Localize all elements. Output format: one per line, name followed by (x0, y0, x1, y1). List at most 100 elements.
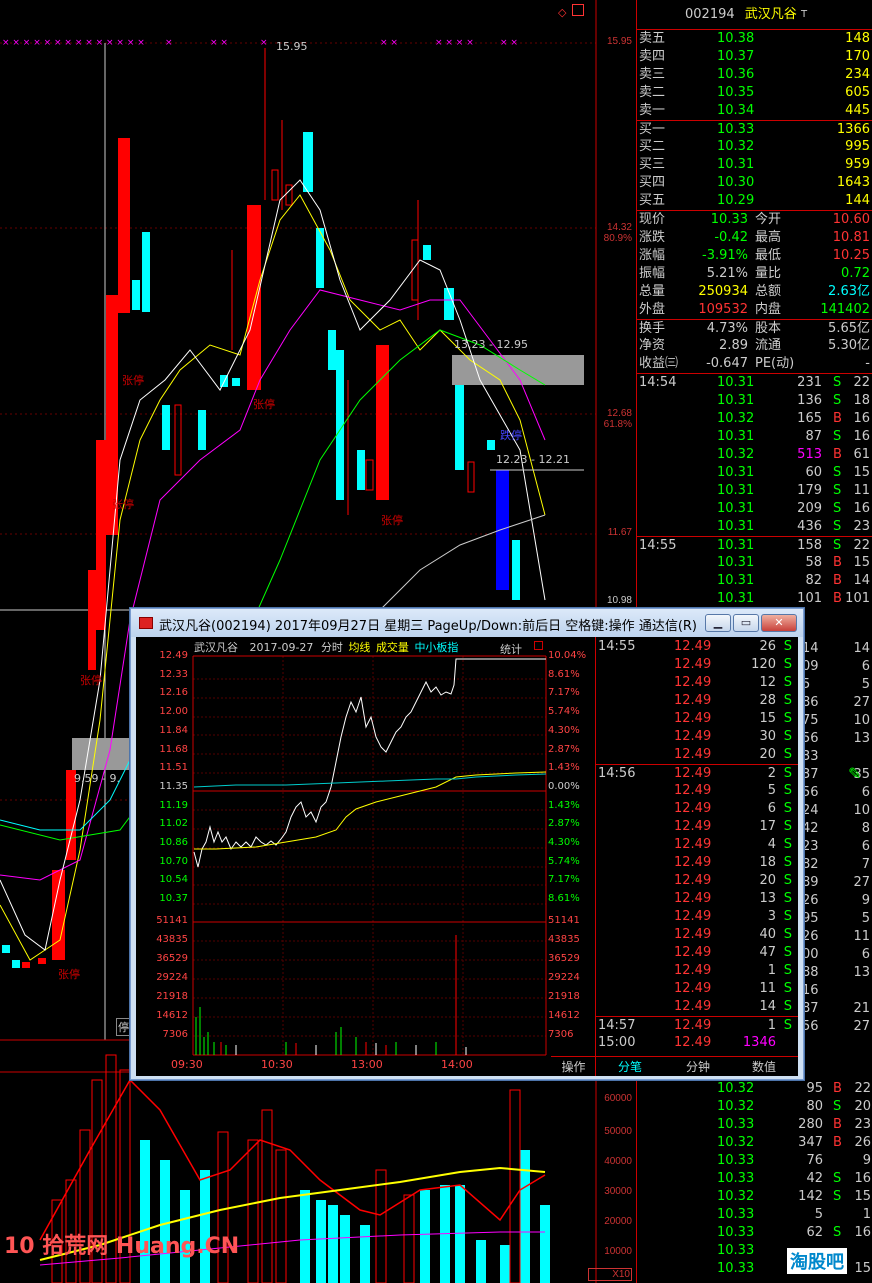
pencil-icon[interactable]: ✎ (848, 764, 868, 784)
tick-row-edge: 75 10 (802, 712, 872, 730)
stat-label: 最高 (755, 230, 782, 245)
tick-price: 10.31 (717, 375, 755, 390)
operate-button[interactable]: 操作 (551, 1056, 596, 1076)
order-row[interactable]: 卖五 10.38 148 (637, 30, 872, 48)
tick-volume-edge: 26 (802, 893, 819, 908)
tick-count: 9 (862, 1153, 871, 1168)
time-axis-label: 10:30 (261, 1058, 293, 1071)
tick-price: 10.31 (717, 591, 755, 606)
tick-price: 12.49 (674, 657, 712, 672)
tick-volume-edge: 56 (802, 785, 819, 800)
tick-volume: 120 (751, 657, 776, 672)
tick-volume: 3 (767, 909, 776, 924)
price-axis-label: 12.33 (159, 668, 188, 680)
volume-axis-label: 40000 (604, 1156, 632, 1167)
tick-price: 12.49 (674, 891, 712, 906)
intraday-window[interactable]: 武汉凡谷(002194) 2017年09月27日 星期三 PageUp/Down… (130, 608, 804, 1080)
intraday-tick-row: 14:55 12.49 26 S (596, 638, 798, 656)
tick-volume: 6 (767, 801, 776, 816)
stat-label: 量比 (755, 266, 782, 281)
svg-text:×: × (165, 38, 173, 48)
tick-price: 10.31 (717, 465, 755, 480)
tick-count: 15 (853, 465, 870, 480)
limit-down-label: 跌停 (500, 429, 522, 442)
close-button[interactable]: ✕ (761, 614, 797, 632)
axis-label: 80.9% (603, 233, 632, 244)
minimize-button[interactable]: ▁ (705, 614, 731, 632)
stat-row: 现价 10.33 今开 10.60 (637, 211, 872, 229)
stat-value: -0.42 (714, 230, 748, 245)
pct-axis-label: 7.17% (548, 687, 580, 699)
zoom-tag[interactable]: X10 (588, 1268, 632, 1281)
tick-row: 14:55 10.31 158 S 22 (637, 536, 872, 554)
tick-row: 10.33 5 1 (637, 1206, 872, 1224)
stat-value: 10.81 (832, 230, 870, 245)
tab-minute[interactable]: 分钟 (686, 1057, 710, 1077)
t-mark: T (800, 9, 808, 20)
window-title: 武汉凡谷(002194) 2017年09月27日 星期三 PageUp/Down… (159, 619, 697, 634)
intraday-tick-row: 12.49 20 S (596, 872, 798, 890)
tick-count-edge: 27 (853, 875, 870, 890)
tick-side: S (783, 837, 792, 852)
tab-ticks[interactable]: 分笔 (618, 1057, 642, 1077)
pct-axis-label: 5.74% (548, 706, 580, 718)
tick-side: S (833, 375, 842, 390)
order-price: 10.37 (717, 49, 755, 64)
intraday-chart[interactable]: 武汉凡谷 2017-09-27 分时 均线 成交量 中小板指 统计 12.49 … (136, 637, 596, 1076)
tick-price: 12.49 (674, 873, 712, 888)
tick-side: S (783, 963, 792, 978)
tick-volume-edge: 89 (802, 875, 819, 890)
stat-value: 109532 (698, 302, 748, 317)
order-row[interactable]: 卖二 10.35 605 (637, 84, 872, 102)
tick-volume: 20 (759, 747, 776, 762)
tick-price: 12.49 (674, 766, 712, 781)
svg-text:× × × × × × × × × × × × × ×: × × × × × × × × × × × × × × (2, 38, 145, 48)
tab-value[interactable]: 数值 (752, 1057, 776, 1077)
order-row[interactable]: 买一 10.33 1366 (637, 120, 872, 138)
order-row[interactable]: 卖一 10.34 445 (637, 102, 872, 120)
tick-count: 14 (853, 573, 870, 588)
stat-value: -0.647 (706, 356, 748, 371)
order-row[interactable]: 买三 10.31 959 (637, 156, 872, 174)
tick-price: 10.33 (717, 1207, 755, 1222)
tick-count-edge: 6 (861, 947, 870, 962)
order-row[interactable]: 买四 10.30 1643 (637, 174, 872, 192)
tick-volume-edge: 33 (802, 749, 819, 764)
tick-volume-edge: 88 (802, 965, 819, 980)
tick-side: B (833, 411, 842, 426)
tick-price: 10.31 (717, 501, 755, 516)
tick-side: S (783, 873, 792, 888)
pct-axis-label: 4.30% (548, 724, 580, 736)
window-titlebar[interactable]: 武汉凡谷(002194) 2017年09月27日 星期三 PageUp/Down… (131, 609, 803, 637)
order-row[interactable]: 卖四 10.37 170 (637, 48, 872, 66)
tick-row-edge: 56 27 (802, 1018, 872, 1036)
pct-axis-label: 4.30% (548, 837, 580, 848)
box-icon[interactable] (572, 4, 584, 16)
stat-value: - (865, 356, 870, 371)
tick-count: 23 (854, 1117, 871, 1132)
tick-side: S (833, 483, 842, 498)
intraday-tick-row: 12.49 18 S (596, 854, 798, 872)
maximize-button[interactable]: ▭ (733, 614, 759, 632)
diamond-icon[interactable]: ◇ (558, 6, 566, 19)
axis-label: 14.32 (606, 222, 632, 233)
tick-side: S (783, 891, 792, 906)
intraday-tick-row: 12.49 15 S (596, 710, 798, 728)
tick-price: 10.31 (717, 429, 755, 444)
order-row[interactable]: 买二 10.32 995 (637, 138, 872, 156)
tick-price: 10.31 (717, 483, 755, 498)
order-row[interactable]: 买五 10.29 144 (637, 192, 872, 210)
intraday-tick-row: 14:57 12.49 1 S (596, 1016, 798, 1034)
stat-label: 换手 (639, 321, 666, 336)
stock-name: 武汉凡谷 (744, 7, 797, 22)
tick-row: 10.31 136 S 18 (637, 392, 872, 410)
tick-volume: 436 (797, 519, 822, 534)
intraday-tick-row: 12.49 47 S (596, 944, 798, 962)
stat-value: 10.60 (832, 212, 870, 227)
stat-label: 总额 (755, 284, 782, 299)
tick-volume: 231 (797, 375, 822, 390)
volume-axis-label: 14612 (156, 1010, 188, 1021)
order-row[interactable]: 卖三 10.36 234 (637, 66, 872, 84)
tick-count-edge: 7 (861, 857, 870, 872)
tick-list[interactable]: 14:54 10.31 231 S 22 10.31 136 S 18 10.32 165 B 16 10… (637, 373, 872, 608)
